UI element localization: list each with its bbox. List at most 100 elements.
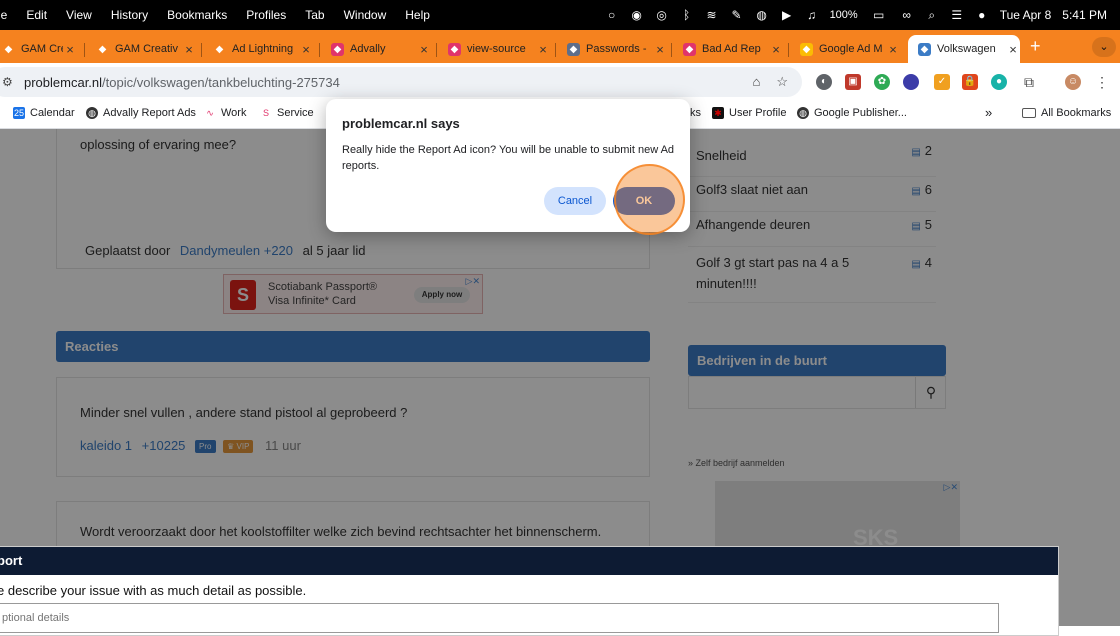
profile-avatar[interactable]: ☺ [1065,74,1081,90]
report-panel-title: port [0,547,1058,575]
bookmark-star-icon[interactable]: ☆ [776,74,788,90]
dialog-ok-button[interactable]: OK [613,187,675,215]
report-ad-panel: port e describe your issue with as much … [0,546,1059,636]
extension-icon-4[interactable] [903,74,919,90]
tab-close-icon[interactable]: × [1006,42,1020,57]
extension-icon-1[interactable]: ◐ [816,74,832,90]
menu-bookmarks[interactable]: Bookmarks [167,8,227,22]
user-profile-icon: ✱ [712,107,724,119]
bookmark-truncated[interactable]: ks [690,107,701,119]
bookmarks-overflow-icon[interactable]: » [985,105,992,120]
play-icon[interactable]: ▶ [780,8,794,22]
extension-icon-5[interactable]: ✓ [934,74,950,90]
bookmark-user-profile[interactable]: ✱ User Profile [712,107,786,119]
tab-7[interactable]: ◆ Bad Ad Rep × [673,35,783,63]
tab-close-icon[interactable]: × [536,42,550,57]
calendar-icon: 25 [13,107,25,119]
bookmark-all-bookmarks[interactable]: All Bookmarks [1022,107,1111,119]
report-panel-description: e describe your issue with as much detai… [0,583,307,598]
key-icon: ◆ [567,42,580,56]
url-text[interactable]: problemcar.nl/topic/volkswagen/tankbeluc… [24,75,340,90]
site-info-icon[interactable]: ⚙ [2,75,16,89]
siri-icon[interactable]: ● [975,8,989,22]
tab-close-icon[interactable]: × [653,42,667,57]
bookmark-calendar[interactable]: 25 Calendar [13,107,75,119]
google-ads-icon: ◆ [800,42,813,56]
tab-8[interactable]: ◆ Google Ad M × [790,35,900,63]
tab-close-icon[interactable]: × [299,42,313,57]
menu-app[interactable]: le [0,8,7,22]
headphones-icon[interactable]: ♫ [805,8,819,22]
tab-title: Bad Ad Rep [702,43,761,55]
tab-title: Volkswagen [937,43,996,55]
tab-title: view-source [467,43,526,55]
tab-title: Ad Lightning [232,43,294,55]
link-icon[interactable]: ∞ [900,8,914,22]
tab-close-icon[interactable]: × [886,42,900,57]
network-icon[interactable]: ≋ [705,8,719,22]
tab-6[interactable]: ◆ Passwords - × [557,35,667,63]
tab-separator [671,43,672,57]
bookmark-service[interactable]: S Service [260,107,314,119]
advally-icon: ◆ [448,42,461,56]
tab-5[interactable]: ◆ view-source × [438,35,550,63]
globe-icon: ◍ [797,107,809,119]
tab-2[interactable]: ◆ GAM Creativ × [86,35,196,63]
bluetooth-icon[interactable]: ᛒ [680,8,694,22]
tab-close-icon[interactable]: × [182,42,196,57]
menu-tab[interactable]: Tab [305,8,324,22]
bookmark-google-publisher[interactable]: ◍ Google Publisher... [797,107,907,119]
tab-close-icon[interactable]: × [417,42,431,57]
tab-separator [555,43,556,57]
airdrop-icon[interactable]: ◎ [655,8,669,22]
tab-search-chevron-icon[interactable]: ⌄ [1092,37,1116,57]
tab-3[interactable]: ◆ Ad Lightning × [203,35,313,63]
report-details-input[interactable] [0,603,999,633]
translate-icon[interactable]: ⌂ [752,74,760,90]
advally-icon: ◆ [683,42,696,56]
app-status-icon[interactable]: ◉ [630,8,644,22]
tab-9[interactable]: ◆ Volkswagen × [908,35,1020,63]
bookmark-work[interactable]: ∿ Work [204,107,246,119]
search-icon[interactable]: ⌕ [925,8,939,22]
dialog-message: Really hide the Report Ad icon? You will… [342,144,675,172]
menu-help[interactable]: Help [405,8,430,22]
menu-profiles[interactable]: Profiles [246,8,286,22]
globe-icon: ◍ [86,107,98,119]
tab-4[interactable]: ◆ Advally × [321,35,431,63]
tab-close-icon[interactable]: × [63,42,77,57]
tab-close-icon[interactable]: × [769,42,783,57]
tab-separator [788,43,789,57]
menubar-date[interactable]: Tue Apr 8 [1000,8,1052,22]
dialog-cancel-button[interactable]: Cancel [544,187,606,215]
tab-separator [84,43,85,57]
control-center-icon[interactable]: ☰ [950,8,964,22]
battery-icon[interactable]: ▭ [869,8,889,22]
circle-icon[interactable]: ○ [605,8,619,22]
extension-icon-2[interactable]: ▣ [845,74,861,90]
menu-view[interactable]: View [66,8,92,22]
tab-1[interactable]: ◆ GAM Creativ× [0,35,77,63]
menubar-status-area: ○ ◉ ◎ ᛒ ≋ ✎ ◍ ▶ ♫ 100% ▭ ∞ ⌕ ☰ ● Tue Apr… [605,0,1120,30]
address-bar[interactable]: ⚙ problemcar.nl/topic/volkswagen/tankbel… [0,67,802,97]
menu-edit[interactable]: Edit [26,8,47,22]
adlightning-icon: ◆ [213,42,226,56]
menu-list: le Edit View History Bookmarks Profiles … [0,8,449,22]
user-icon[interactable]: ◍ [755,8,769,22]
gam-icon: ◆ [96,42,109,56]
lock-extension-icon[interactable]: 🔒 [962,74,978,90]
menubar-time[interactable]: 5:41 PM [1062,8,1107,22]
menu-window[interactable]: Window [344,8,387,22]
extension-icon-6[interactable]: ● [991,74,1007,90]
extension-icon-3[interactable]: ✿ [874,74,890,90]
browser-menu-icon[interactable]: ⋮ [1094,74,1110,90]
tab-title: GAM Creativ [21,43,63,55]
menu-history[interactable]: History [111,8,148,22]
bookmark-advally-report-ads[interactable]: ◍ Advally Report Ads [86,107,196,119]
problemcar-icon: ◆ [918,42,931,56]
new-tab-button[interactable]: + [1030,36,1041,57]
folder-icon [1022,108,1036,118]
tab-separator [319,43,320,57]
extensions-puzzle-icon[interactable]: ⧉ [1021,74,1037,90]
pen-icon[interactable]: ✎ [730,8,744,22]
